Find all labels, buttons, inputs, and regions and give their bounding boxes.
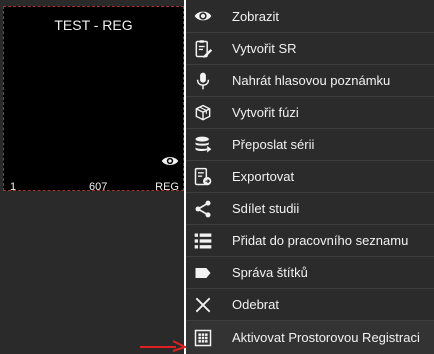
eye-icon[interactable] xyxy=(161,154,179,168)
annotation-arrow-icon xyxy=(140,340,186,352)
menu-item-create-fusion[interactable]: Vytvořit fúzi xyxy=(186,96,434,128)
eye-icon xyxy=(193,6,213,26)
menu-item-export[interactable]: Exportovat xyxy=(186,160,434,192)
context-menu: Zobrazit Vytvořit SR Nahrát hlasovou poz… xyxy=(186,0,434,354)
menu-item-label: Vytvořit fúzi xyxy=(232,105,299,120)
menu-item-label: Odebrat xyxy=(232,297,279,312)
menu-item-label: Vytvořit SR xyxy=(232,41,297,56)
menu-item-label: Sdílet studii xyxy=(232,201,300,216)
menu-item-share-study[interactable]: Sdílet studii xyxy=(186,192,434,224)
menu-item-label: Přeposlat sérii xyxy=(232,137,315,152)
menu-item-add-worklist[interactable]: Přidat do pracovního seznamu xyxy=(186,224,434,256)
list-icon xyxy=(193,231,213,251)
menu-item-voice-note[interactable]: Nahrát hlasovou poznámku xyxy=(186,64,434,96)
menu-item-create-sr[interactable]: Vytvořit SR xyxy=(186,32,434,64)
menu-item-label: Nahrát hlasovou poznámku xyxy=(232,73,391,88)
close-icon xyxy=(193,295,213,315)
menu-item-forward-series[interactable]: Přeposlat sérii xyxy=(186,128,434,160)
report-edit-icon xyxy=(193,39,213,59)
menu-item-label: Správa štítků xyxy=(232,265,308,280)
menu-item-label: Přidat do pracovního seznamu xyxy=(232,233,409,248)
share-icon xyxy=(193,199,213,219)
menu-item-label: Aktivovat Prostorovou Registraci xyxy=(232,330,420,345)
database-forward-icon xyxy=(193,135,213,155)
menu-item-activate-spatial-registration[interactable]: Aktivovat Prostorovou Registraci xyxy=(186,320,434,354)
series-title: TEST - REG xyxy=(54,17,133,33)
menu-item-label: Exportovat xyxy=(232,169,295,184)
menu-item-view[interactable]: Zobrazit xyxy=(186,0,434,32)
series-number: 1 xyxy=(10,181,17,193)
image-count: 607 xyxy=(89,181,108,193)
modality-label: REG xyxy=(155,181,179,193)
series-thumbnail[interactable]: TEST - REG 1 607 REG xyxy=(3,6,184,193)
menu-item-manage-tags[interactable]: Správa štítků xyxy=(186,256,434,288)
menu-item-remove[interactable]: Odebrat xyxy=(186,288,434,320)
series-panel: TEST - REG 1 607 REG xyxy=(0,0,184,354)
export-icon xyxy=(193,167,213,187)
tag-icon xyxy=(193,263,213,283)
grid-registration-icon xyxy=(193,328,213,348)
microphone-icon xyxy=(193,71,213,91)
menu-item-label: Zobrazit xyxy=(232,8,279,24)
cube-fusion-icon xyxy=(193,103,213,123)
